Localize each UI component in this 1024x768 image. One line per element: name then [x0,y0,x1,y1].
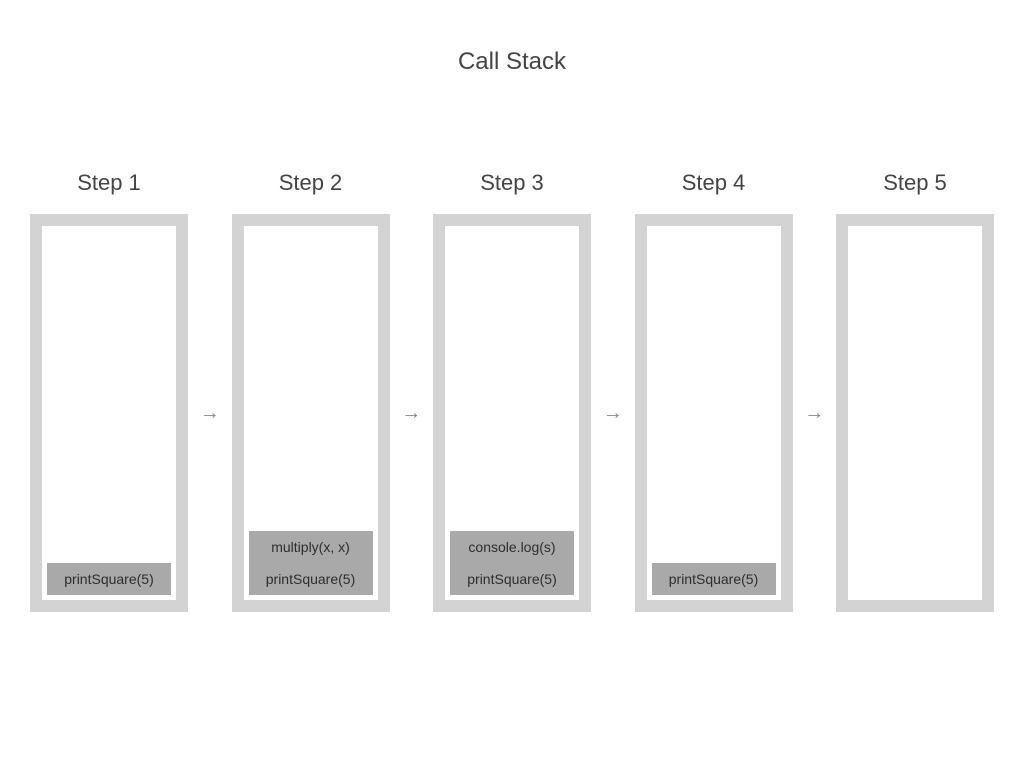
step-column: Step 5 [836,170,994,612]
stack-frames: printSquare(5) [652,563,776,595]
stack-frame: printSquare(5) [450,563,574,595]
stack-frames: printSquare(5) multiply(x, x) [249,523,373,595]
step-column: Step 2 printSquare(5) multiply(x, x) [232,170,390,612]
arrow-column: → [195,170,225,612]
step-label: Step 4 [682,170,746,196]
call-stack: printSquare(5) [635,214,793,612]
diagram-row: Step 1 printSquare(5) → Step 2 printSqua… [30,170,994,612]
call-stack: printSquare(5) console.log(s) [433,214,591,612]
arrow-icon: → [200,403,220,423]
step-column: Step 1 printSquare(5) [30,170,188,612]
stack-frame: printSquare(5) [249,563,373,595]
step-label: Step 5 [883,170,947,196]
step-column: Step 4 printSquare(5) [635,170,793,612]
arrow-column: → [799,170,829,612]
call-stack: printSquare(5) [30,214,188,612]
stack-frame: multiply(x, x) [249,531,373,563]
stack-frames: printSquare(5) console.log(s) [450,523,574,595]
step-label: Step 2 [279,170,343,196]
stack-frames: printSquare(5) [47,563,171,595]
diagram-title: Call Stack [0,48,1024,76]
step-column: Step 3 printSquare(5) console.log(s) [433,170,591,612]
arrow-icon: → [804,403,824,423]
step-label: Step 1 [77,170,141,196]
call-stack: printSquare(5) multiply(x, x) [232,214,390,612]
stack-frame: printSquare(5) [652,563,776,595]
stack-frame: console.log(s) [450,531,574,563]
call-stack [836,214,994,612]
arrow-icon: → [603,403,623,423]
arrow-column: → [598,170,628,612]
arrow-icon: → [401,403,421,423]
arrow-column: → [396,170,426,612]
stack-frame: printSquare(5) [47,563,171,595]
step-label: Step 3 [480,170,544,196]
